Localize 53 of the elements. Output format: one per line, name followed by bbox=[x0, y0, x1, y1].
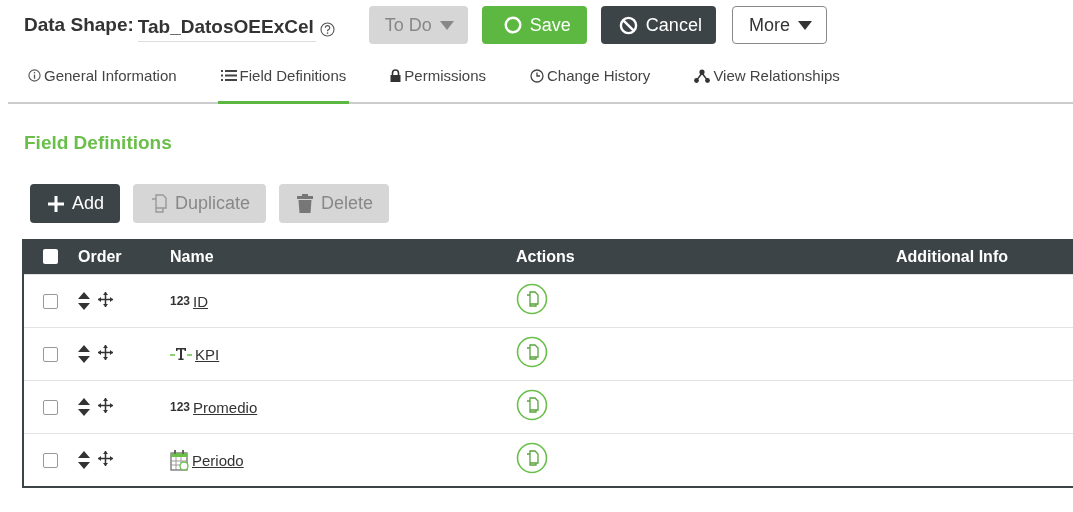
number-type-icon: 123 bbox=[170, 400, 191, 414]
column-header[interactable]: Name bbox=[170, 247, 214, 266]
column-header[interactable]: Additional Info bbox=[896, 247, 1008, 265]
move-icon bbox=[98, 292, 113, 307]
tab[interactable]: View Relationships bbox=[691, 50, 843, 104]
section-heading: Field Definitions bbox=[23, 131, 173, 155]
checkbox[interactable] bbox=[42, 452, 58, 468]
copy-icon bbox=[151, 194, 168, 213]
caret-icon bbox=[439, 20, 454, 30]
checkbox[interactable] bbox=[42, 346, 58, 362]
help-icon bbox=[319, 21, 335, 37]
copy-action-icon[interactable] bbox=[516, 442, 548, 474]
circle-icon bbox=[503, 16, 522, 34]
plus-icon bbox=[48, 195, 64, 212]
column-header[interactable]: Actions bbox=[516, 247, 575, 265]
add-button[interactable]: Add bbox=[30, 184, 121, 223]
trash-icon bbox=[297, 194, 314, 213]
field-link[interactable]: KPI bbox=[195, 345, 220, 363]
prohibited-icon bbox=[618, 15, 638, 35]
number-type-icon: 123 bbox=[170, 294, 191, 308]
tab[interactable]: Change History bbox=[527, 50, 654, 104]
copy-action-icon[interactable] bbox=[516, 336, 548, 368]
lock-icon bbox=[390, 69, 402, 82]
move-icon bbox=[98, 345, 113, 360]
info-icon bbox=[28, 69, 41, 82]
field-link[interactable]: Promedio bbox=[193, 398, 258, 416]
checkbox[interactable] bbox=[42, 293, 58, 309]
sort-icon bbox=[78, 345, 90, 363]
more-button[interactable]: More bbox=[731, 6, 827, 44]
copy-action-icon[interactable] bbox=[516, 283, 548, 315]
checkbox[interactable] bbox=[42, 249, 58, 264]
move-icon bbox=[98, 398, 113, 413]
title-label: Data Shape: bbox=[24, 14, 134, 36]
list-icon bbox=[220, 69, 237, 82]
hierarchy-icon bbox=[694, 68, 711, 83]
checkbox[interactable] bbox=[42, 399, 58, 415]
sort-icon bbox=[78, 292, 90, 310]
copy-action-icon[interactable] bbox=[516, 389, 548, 421]
text-type-icon bbox=[170, 348, 192, 360]
cancel-button[interactable]: Cancel bbox=[600, 6, 716, 44]
tab[interactable]: Permissions bbox=[387, 50, 489, 104]
tab[interactable]: Field Definitions bbox=[217, 50, 350, 104]
sort-icon bbox=[78, 398, 90, 416]
move-icon bbox=[98, 451, 113, 466]
name-field[interactable]: Tab_DatosOEExCel bbox=[137, 14, 316, 42]
column-header[interactable]: Order bbox=[78, 247, 122, 266]
caret-icon bbox=[797, 20, 812, 30]
sort-icon bbox=[78, 451, 90, 469]
calendar-icon bbox=[170, 449, 189, 471]
field-link[interactable]: ID bbox=[193, 292, 209, 310]
field-link[interactable]: Periodo bbox=[192, 451, 244, 469]
clock-icon bbox=[530, 68, 544, 83]
tab[interactable]: General Information bbox=[25, 50, 180, 104]
